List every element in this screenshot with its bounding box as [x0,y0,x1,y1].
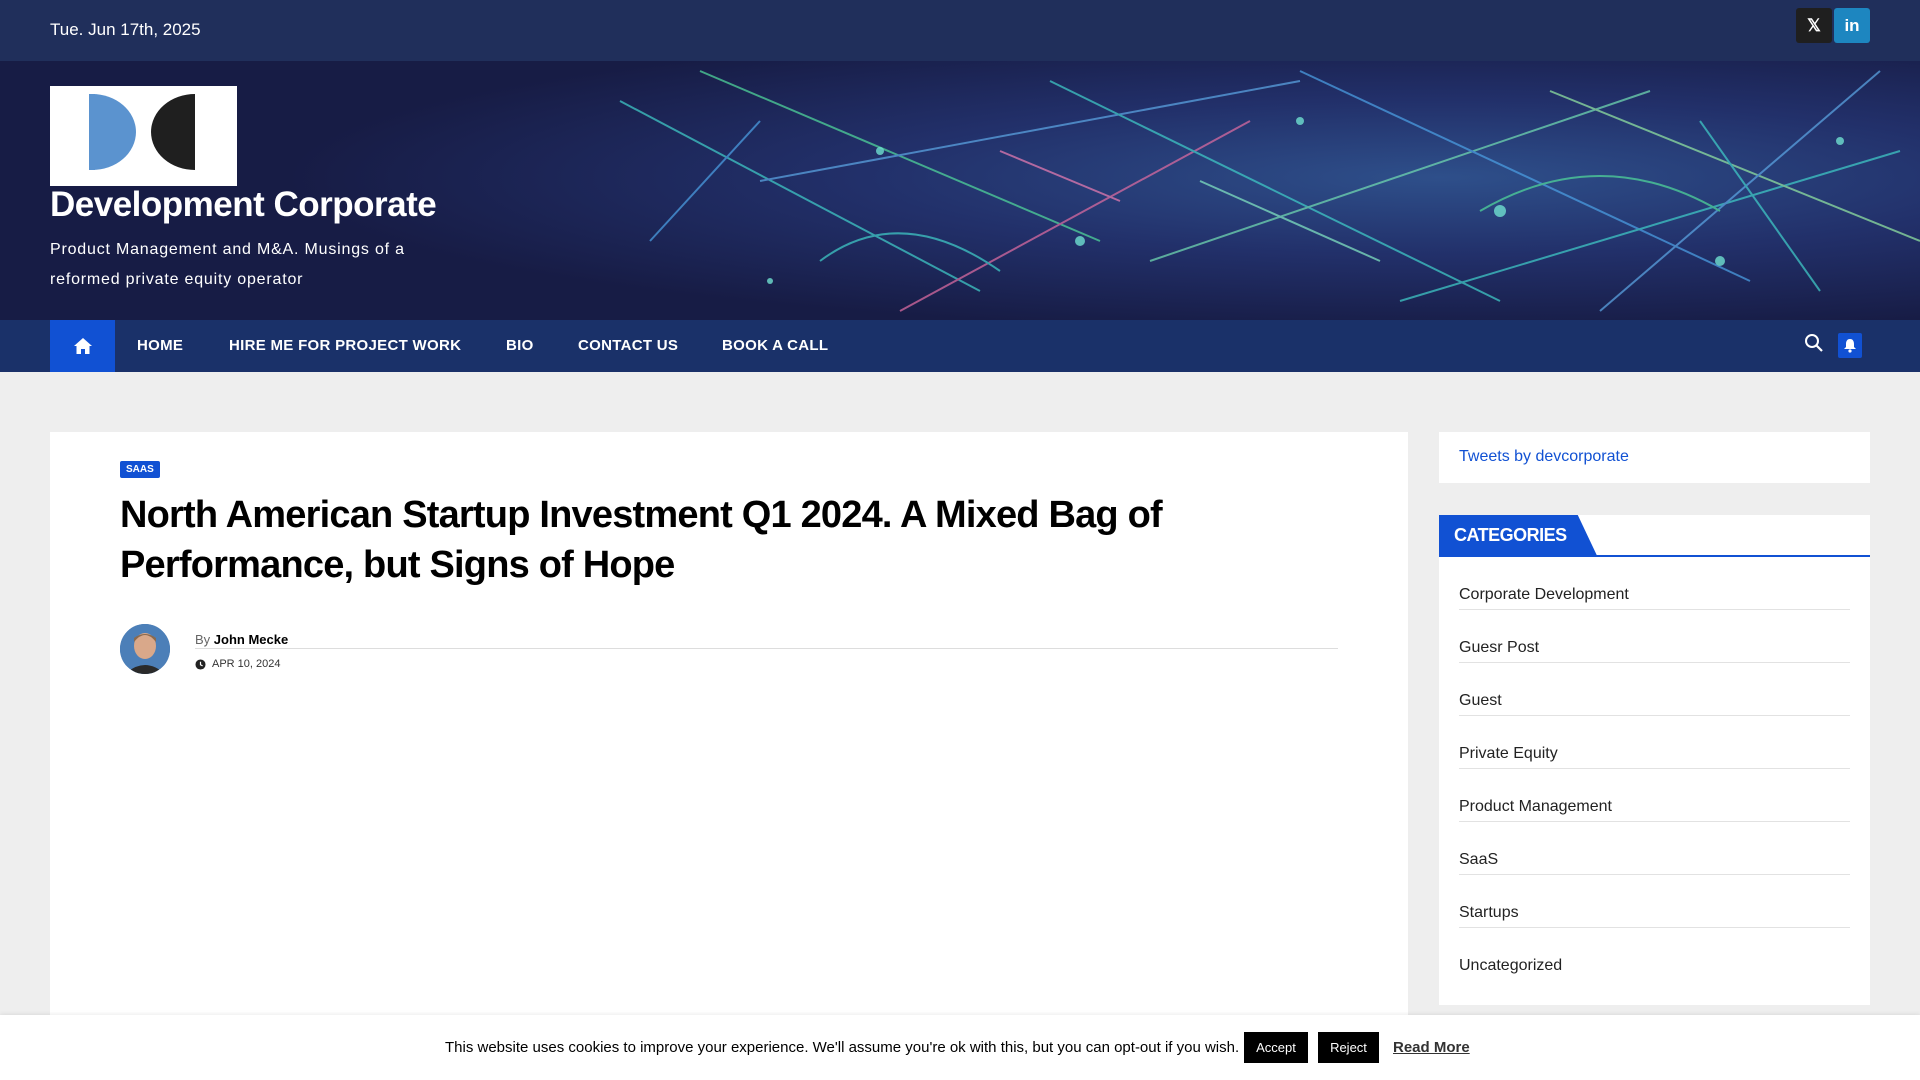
byline-prefix: By [195,632,211,647]
current-date: Tue. Jun 17th, 2025 [50,20,201,39]
site-title[interactable]: Development Corporate [50,185,437,225]
category-item[interactable]: Private Equity [1459,716,1850,769]
categories-widget: CATEGORIES Corporate Development Guesr P… [1439,515,1870,1005]
logo-mark-icon [89,94,195,170]
categories-list: Corporate Development Guesr Post Guest P… [1459,557,1850,981]
nav-item-hire-me[interactable]: HIRE ME FOR PROJECT WORK [229,337,461,354]
accept-cookies-button[interactable]: Accept [1244,1032,1308,1063]
category-item[interactable]: Uncategorized [1459,928,1850,981]
cookie-message: This website uses cookies to improve you… [445,1039,1240,1056]
home-icon-button[interactable] [50,320,115,372]
byline: By John Mecke [195,632,288,647]
nav-item-contact-us[interactable]: CONTACT US [578,337,678,354]
nav-item-book-a-call[interactable]: BOOK A CALL [722,337,828,354]
nav-item-home[interactable]: HOME [137,337,183,354]
linkedin-icon[interactable]: in [1834,8,1870,43]
main-navigation: HOME HIRE ME FOR PROJECT WORK BIO CONTAC… [0,320,1920,372]
bell-icon[interactable] [1838,333,1862,358]
home-icon [73,338,92,354]
tweets-widget: Tweets by devcorporate [1439,432,1870,483]
site-logo[interactable] [50,86,237,186]
category-item[interactable]: Corporate Development [1459,557,1850,610]
post-date: APR 10, 2024 [195,658,281,670]
author-name[interactable]: John Mecke [214,632,288,647]
top-bar: Tue. Jun 17th, 2025 𝕏 in [0,0,1920,61]
post-date-text[interactable]: APR 10, 2024 [212,658,281,670]
author-avatar[interactable] [120,624,170,674]
clock-icon [195,658,206,670]
read-more-link[interactable]: Read More [1393,1039,1470,1056]
header-banner: Development Corporate Product Management… [0,61,1920,320]
category-item[interactable]: Product Management [1459,769,1850,822]
reject-cookies-button[interactable]: Reject [1318,1032,1379,1063]
meta-divider [195,648,1338,649]
article-card: SAAS North American Startup Investment Q… [50,432,1408,1080]
site-description: Product Management and M&A. Musings of a… [50,241,405,288]
category-item[interactable]: Guesr Post [1459,610,1850,663]
tweets-link[interactable]: Tweets by devcorporate [1459,448,1629,466]
nav-item-bio[interactable]: BIO [506,337,534,354]
categories-title: CATEGORIES [1439,515,1597,555]
search-icon[interactable] [1804,333,1824,358]
category-item[interactable]: SaaS [1459,822,1850,875]
category-tag[interactable]: SAAS [120,461,160,478]
cookie-consent-bar: This website uses cookies to improve you… [0,1015,1920,1080]
category-item[interactable]: Startups [1459,875,1850,928]
post-title[interactable]: North American Startup Investment Q1 202… [120,490,1300,590]
x-twitter-icon[interactable]: 𝕏 [1796,8,1832,43]
category-item[interactable]: Guest [1459,663,1850,716]
categories-header: CATEGORIES [1439,515,1870,557]
